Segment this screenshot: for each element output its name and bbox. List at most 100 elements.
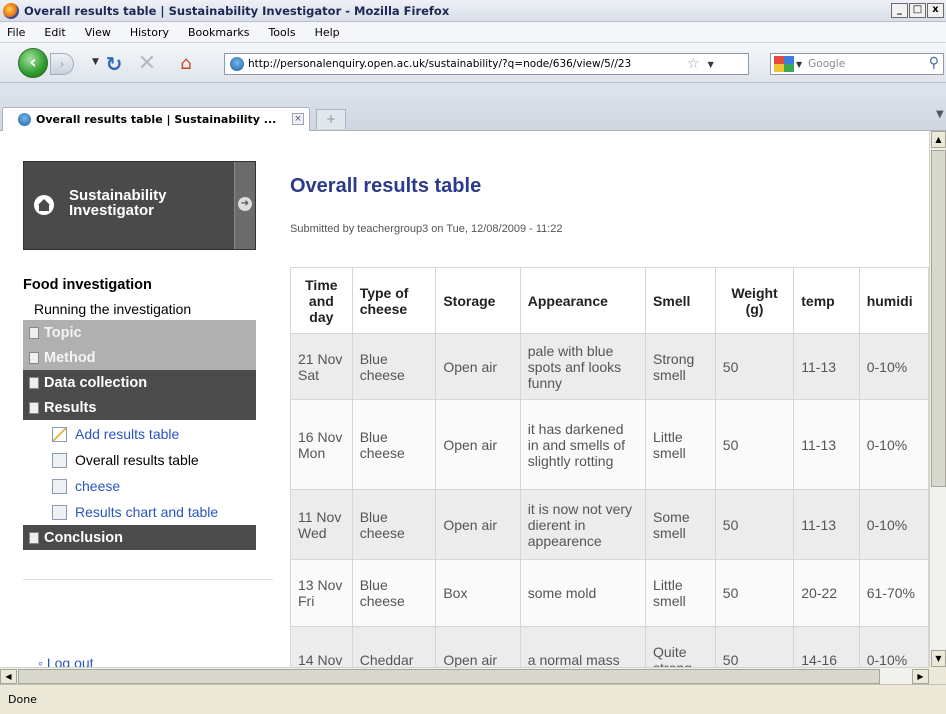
results-table: Time and day Type of cheese Storage Appe… [290,267,929,667]
back-button[interactable]: ‹ [18,48,48,78]
window-title: Overall results table | Sustainability I… [24,3,450,18]
cell-temp: 20-22 [793,559,860,627]
cell-temp: 11-13 [793,399,860,490]
vertical-scroll-thumb[interactable] [931,150,946,487]
sidebar-divider [23,579,273,580]
horizontal-scrollbar[interactable]: ◀ ▶ [0,667,929,684]
document-icon [29,531,39,544]
cell-smell: Quite strong [645,626,716,667]
sidebar-item-data-collection[interactable]: Data collection [23,370,256,395]
search-icon[interactable]: ⚲ [929,55,939,71]
search-box[interactable]: ▼ Google ⚲ [770,53,944,75]
page-content: Sustainability Investigator ➜ Food inves… [0,131,929,667]
menu-view[interactable]: View [85,26,111,39]
header-cheese: Type of cheese [351,267,437,334]
cell-humidity: 0-10% [858,399,929,490]
url-bar[interactable]: http://personalenquiry.open.ac.uk/sustai… [224,53,749,75]
logo-line-2: Investigator [69,202,155,219]
cell-cheese: Blue cheese [351,489,437,560]
menu-history[interactable]: History [130,26,169,39]
horizontal-scroll-thumb[interactable] [18,669,880,684]
close-button[interactable]: x [927,3,944,18]
sidebar-item-topic[interactable]: Topic [23,320,256,345]
sidebar-item-conclusion[interactable]: Conclusion [23,525,256,550]
cell-time: 13 Nov Fri [290,559,353,627]
site-favicon-icon [230,57,244,71]
vertical-scrollbar[interactable]: ▲ ▼ [929,131,946,667]
logo-text: Sustainability Investigator [69,188,167,218]
url-input[interactable]: http://personalenquiry.open.ac.uk/sustai… [248,58,683,70]
link-results-chart-and-table[interactable]: Results chart and table [52,500,218,524]
header-weight: Weight (g) [714,267,795,334]
cell-smell: Some smell [645,489,716,560]
link-label: Overall results table [75,452,199,468]
arrow-right-icon[interactable]: ➜ [238,197,252,211]
document-icon [29,401,39,414]
menu-help[interactable]: Help [315,26,340,39]
menu-file[interactable]: File [7,26,25,39]
magnifier-page-icon [52,452,67,468]
cell-appearance: pale with blue spots anf looks funny [519,333,647,400]
cell-weight: 50 [714,626,795,667]
minimize-button[interactable]: _ [891,3,908,18]
scroll-right-icon[interactable]: ▶ [912,669,929,684]
cell-time: 21 Nov Sat [290,333,353,400]
cell-appearance: it is now not very dierent in appearence [519,489,647,560]
home-logo-icon [34,195,54,215]
sidebar-item-results[interactable]: Results [23,395,256,420]
tab-close-icon[interactable]: × [292,113,304,125]
cell-time: 11 Nov Wed [290,489,353,560]
cell-storage: Open air [435,333,521,400]
window-controls: _ □ x [891,3,944,18]
menu-bookmarks[interactable]: Bookmarks [188,26,249,39]
tab-title: Overall results table | Sustainability .… [36,113,277,126]
document-icon [29,326,39,339]
sidebar-item-label: Topic [44,324,82,341]
maximize-button[interactable]: □ [909,3,926,18]
page-title: Overall results table [290,175,482,197]
history-dropdown-icon[interactable]: ▼ [92,57,99,67]
cell-smell: Strong smell [645,333,716,400]
header-temp: temp [793,267,860,334]
home-icon[interactable]: ⌂ [174,52,198,76]
reload-icon[interactable]: ↻ [102,52,126,76]
menu-edit[interactable]: Edit [44,26,65,39]
url-dropdown-icon[interactable]: ▼ [708,60,714,69]
tab-active[interactable]: Overall results table | Sustainability .… [2,107,310,131]
sidebar-item-method[interactable]: Method [23,345,256,370]
forward-button[interactable]: › [50,53,74,75]
new-tab-button[interactable]: + [316,109,346,129]
cell-humidity: 0-10% [858,489,929,560]
tab-list-icon[interactable]: ▼ [936,109,946,129]
header-appearance: Appearance [519,267,647,334]
tab-favicon-icon [18,113,31,126]
logout-link[interactable]: ◦ Log out [38,655,94,667]
header-storage: Storage [435,267,521,334]
submitted-info: Submitted by teachergroup3 on Tue, 12/08… [290,223,563,235]
link-overall-results-table[interactable]: Overall results table [52,448,199,472]
scroll-down-icon[interactable]: ▼ [931,650,946,667]
cell-temp: 11-13 [793,333,860,400]
scroll-corner [929,667,946,684]
site-logo[interactable]: Sustainability Investigator ➜ [23,161,256,250]
scroll-left-icon[interactable]: ◀ [0,669,17,684]
scroll-up-icon[interactable]: ▲ [931,131,946,148]
menu-tools[interactable]: Tools [268,26,295,39]
cell-humidity: 0-10% [858,333,929,400]
cell-appearance: it has darkened in and smells of slightl… [519,399,647,490]
link-cheese[interactable]: cheese [52,474,120,498]
status-text: Done [8,693,37,706]
cell-humidity: 0-10% [858,626,929,667]
cell-cheese: Blue cheese [351,333,437,400]
stop-icon[interactable]: ✕ [135,52,159,76]
navigation-toolbar: ‹ › ▼ ↻ ✕ ⌂ http://personalenquiry.open.… [0,43,946,83]
logo-side-panel: ➜ [234,162,255,249]
link-add-results-table[interactable]: Add results table [52,422,179,446]
search-engine-dropdown-icon[interactable]: ▼ [796,60,802,69]
bookmark-star-icon[interactable]: ☆ [687,56,700,72]
google-icon[interactable] [774,56,794,72]
cell-storage: Open air [435,626,521,667]
search-input[interactable]: Google [808,58,845,70]
title-bar: Overall results table | Sustainability I… [0,0,946,22]
cell-time: 16 Nov Mon [290,399,353,490]
